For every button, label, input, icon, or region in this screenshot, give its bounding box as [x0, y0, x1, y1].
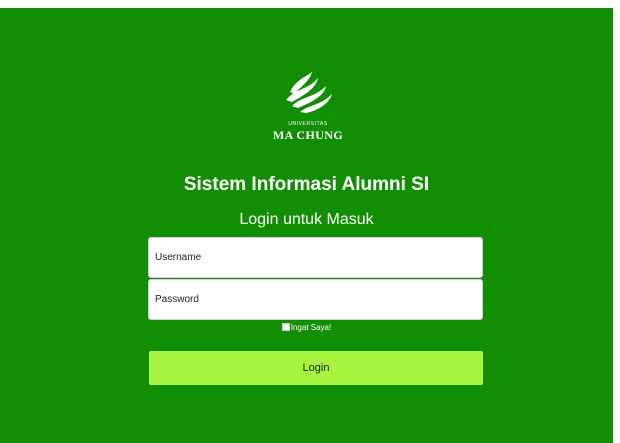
password-input[interactable]	[148, 279, 483, 320]
logo-university-label: UNIVERSITAS	[288, 121, 328, 127]
username-input[interactable]	[148, 237, 483, 278]
university-logo: UNIVERSITAS MA CHUNG	[270, 70, 346, 154]
remember-me[interactable]: Ingat Saya!	[0, 322, 613, 334]
remember-me-label: Ingat Saya!	[290, 323, 332, 332]
logo-university-name: MA CHUNG	[272, 128, 344, 142]
wave-logo-icon	[286, 72, 332, 113]
login-button[interactable]: Login	[149, 351, 483, 385]
login-page: UNIVERSITAS MA CHUNG Sistem Informasi Al…	[0, 8, 613, 443]
page-title: Sistem Informasi Alumni SI	[183, 174, 430, 195]
remember-me-checkbox[interactable]	[281, 323, 290, 331]
page-subtitle: Login untuk Masuk	[239, 211, 374, 228]
